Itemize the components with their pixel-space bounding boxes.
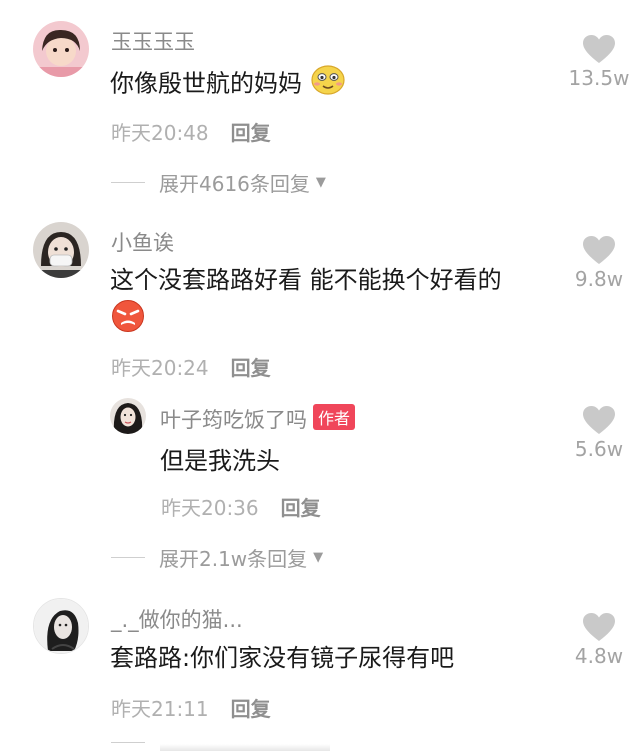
user-avatar[interactable] — [33, 222, 89, 278]
comment-text-body: 这个没套路路好看 能不能换个好看的 — [110, 266, 502, 294]
comment-text: 你像殷世航的妈妈 — [110, 64, 346, 105]
comment-time: 昨天20:48 — [111, 121, 209, 145]
heart-icon — [583, 613, 615, 641]
comment-time: 昨天20:24 — [111, 356, 209, 380]
author-name[interactable]: 叶子筠吃饭了吗 — [160, 408, 307, 432]
reply-button[interactable]: 回复 — [231, 356, 271, 380]
comment-username[interactable]: 小鱼诶 — [111, 227, 174, 257]
like-button[interactable]: 9.8w — [564, 235, 634, 291]
like-button[interactable]: 4.8w — [564, 612, 634, 668]
user-avatar[interactable] — [33, 598, 89, 654]
comment-meta: 昨天20:48 回复 — [111, 117, 271, 146]
divider-line — [111, 182, 145, 183]
like-count: 9.8w — [574, 267, 624, 291]
chevron-down-icon: ▼ — [315, 175, 326, 190]
expand-replies-cutoff[interactable] — [111, 742, 145, 743]
reply-button[interactable]: 回复 — [281, 496, 321, 520]
like-button[interactable]: 13.5w — [564, 34, 634, 90]
like-count: 13.5w — [568, 66, 630, 90]
expand-replies-cutoff-label — [160, 744, 340, 751]
reply-time: 昨天20:36 — [161, 496, 259, 520]
like-button[interactable]: 5.6w — [564, 405, 634, 461]
comment-username[interactable]: _._做你的猫... — [111, 604, 243, 634]
expand-replies-label: 展开4616条回复 — [159, 172, 310, 196]
heart-icon — [583, 35, 615, 63]
reply-button[interactable]: 回复 — [231, 697, 271, 721]
chevron-down-icon: ▼ — [313, 550, 324, 565]
expand-replies-button[interactable]: 展开2.1w条回复 ▼ — [111, 543, 323, 572]
author-avatar[interactable] — [110, 398, 146, 434]
reply-meta: 昨天20:36 回复 — [161, 492, 321, 521]
author-badge: 作者 — [313, 404, 356, 430]
like-count: 4.8w — [574, 644, 624, 668]
comment-username[interactable]: 玉玉玉玉 — [111, 26, 195, 56]
expand-replies-button[interactable]: 展开4616条回复 ▼ — [111, 168, 326, 197]
comment-meta: 昨天21:11 回复 — [111, 693, 271, 722]
comment-text: 套路路:你们家没有镜子尿得有吧 — [110, 644, 455, 672]
like-count: 5.6w — [574, 437, 624, 461]
expand-replies-label: 展开2.1w条回复 — [159, 547, 308, 571]
comment-text: 这个没套路路好看 能不能换个好看的 — [110, 263, 560, 297]
comment-time: 昨天21:11 — [111, 697, 209, 721]
angry-emoji-icon — [111, 299, 145, 337]
reply-button[interactable]: 回复 — [231, 121, 271, 145]
heart-icon — [583, 236, 615, 264]
user-avatar[interactable] — [33, 21, 89, 77]
author-username: 叶子筠吃饭了吗 作者 — [160, 404, 356, 434]
reply-text: 但是我洗头 — [160, 447, 280, 475]
comment-text-body: 你像殷世航的妈妈 — [110, 69, 302, 98]
divider-line — [111, 557, 145, 558]
comment-meta: 昨天20:24 回复 — [111, 352, 271, 381]
heart-icon — [583, 406, 615, 434]
smile-emoji-icon — [310, 64, 346, 105]
